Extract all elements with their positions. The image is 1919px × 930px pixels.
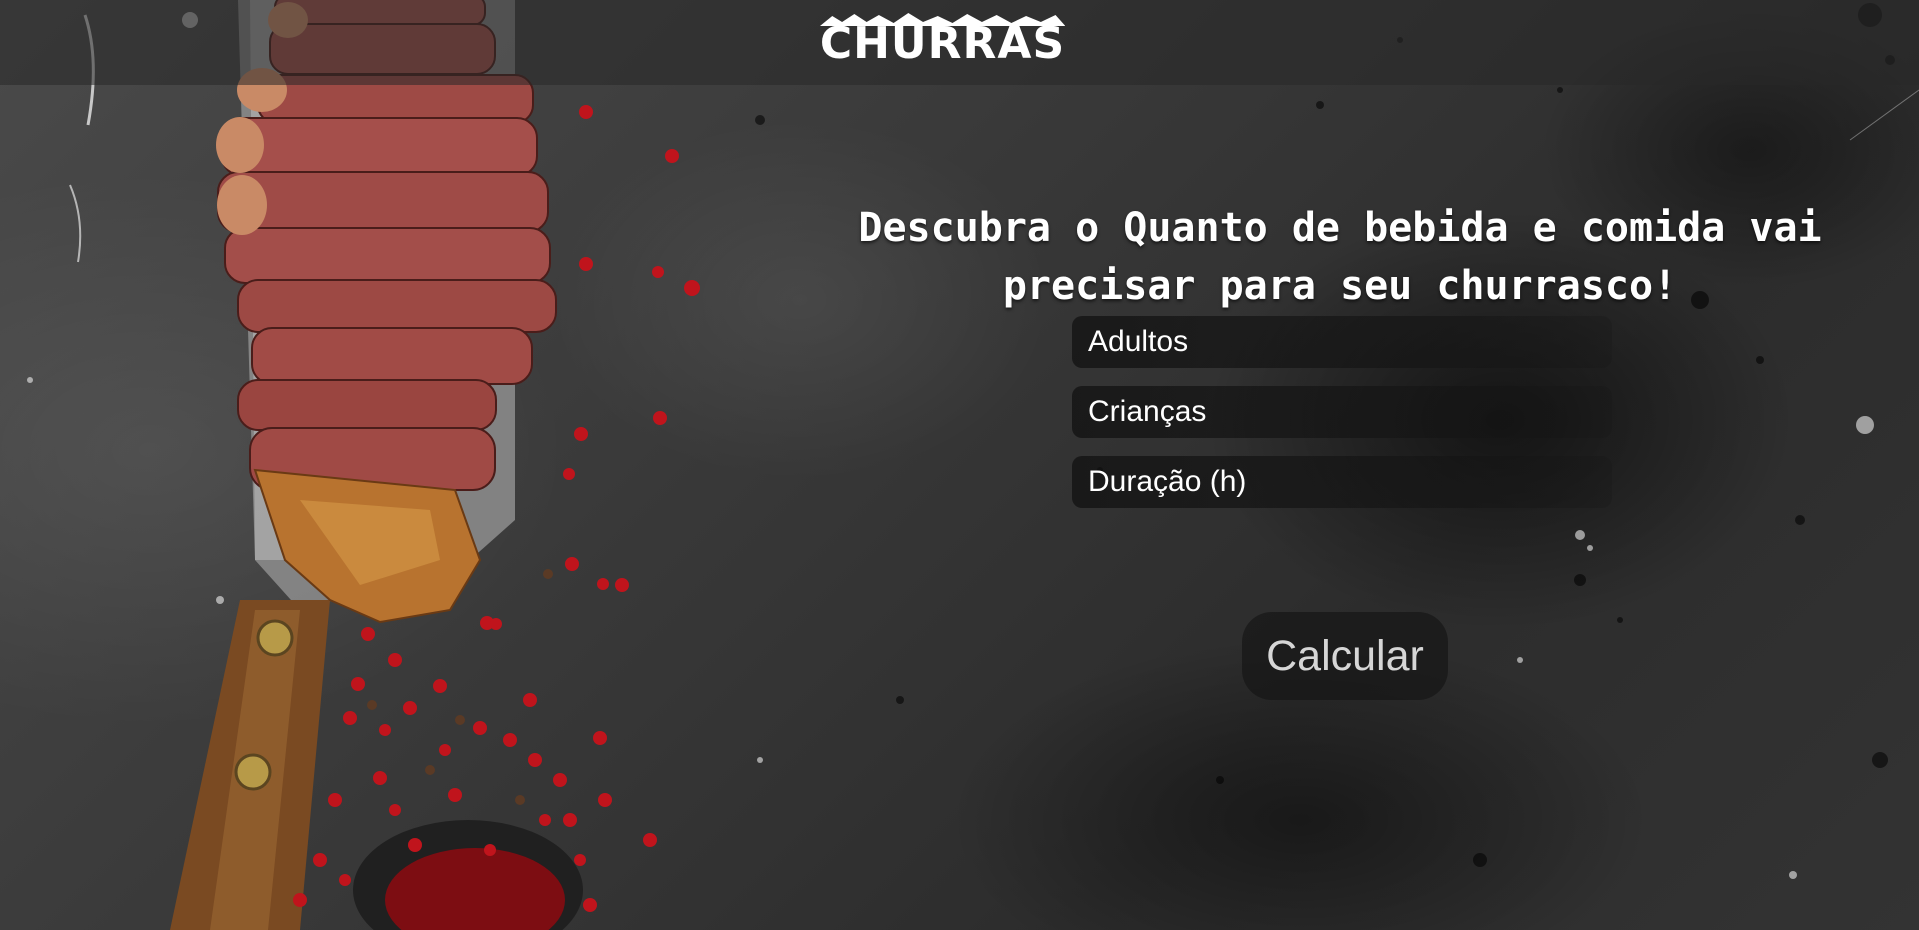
page-headline: Descubra o Quanto de bebida e comida vai… bbox=[858, 204, 1822, 309]
churrasco-form bbox=[1072, 316, 1612, 526]
calculate-button[interactable]: Calcular bbox=[1242, 612, 1448, 700]
top-header: CHURRAS bbox=[0, 0, 1919, 85]
duration-input[interactable] bbox=[1072, 456, 1612, 508]
flame-icon bbox=[819, 13, 1066, 26]
churras-logo[interactable]: CHURRAS bbox=[819, 13, 1066, 69]
steak-knife-pepper-image bbox=[170, 0, 700, 930]
children-input[interactable] bbox=[1072, 386, 1612, 438]
adults-input[interactable] bbox=[1072, 316, 1612, 368]
